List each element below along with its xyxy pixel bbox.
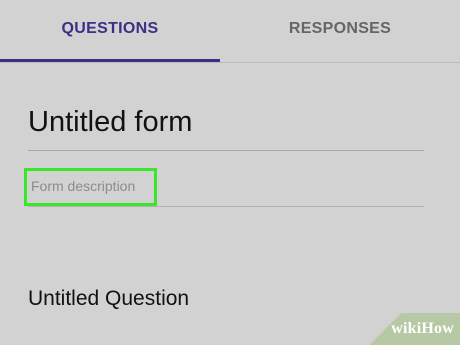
tab-questions[interactable]: QUESTIONS xyxy=(0,0,220,62)
form-title-underline xyxy=(28,150,424,151)
form-description-field[interactable]: Form description xyxy=(31,178,135,194)
wikihow-logo-text: wikiHow xyxy=(391,320,454,337)
wikihow-watermark: wikiHow xyxy=(370,313,460,345)
form-description-highlight: Form description xyxy=(24,168,157,206)
question-title-field[interactable]: Untitled Question xyxy=(28,287,189,311)
tab-responses[interactable]: RESPONSES xyxy=(220,0,460,60)
form-title-field[interactable]: Untitled form xyxy=(28,106,192,139)
form-description-underline xyxy=(28,206,424,207)
tab-bar: QUESTIONS RESPONSES xyxy=(0,0,460,63)
